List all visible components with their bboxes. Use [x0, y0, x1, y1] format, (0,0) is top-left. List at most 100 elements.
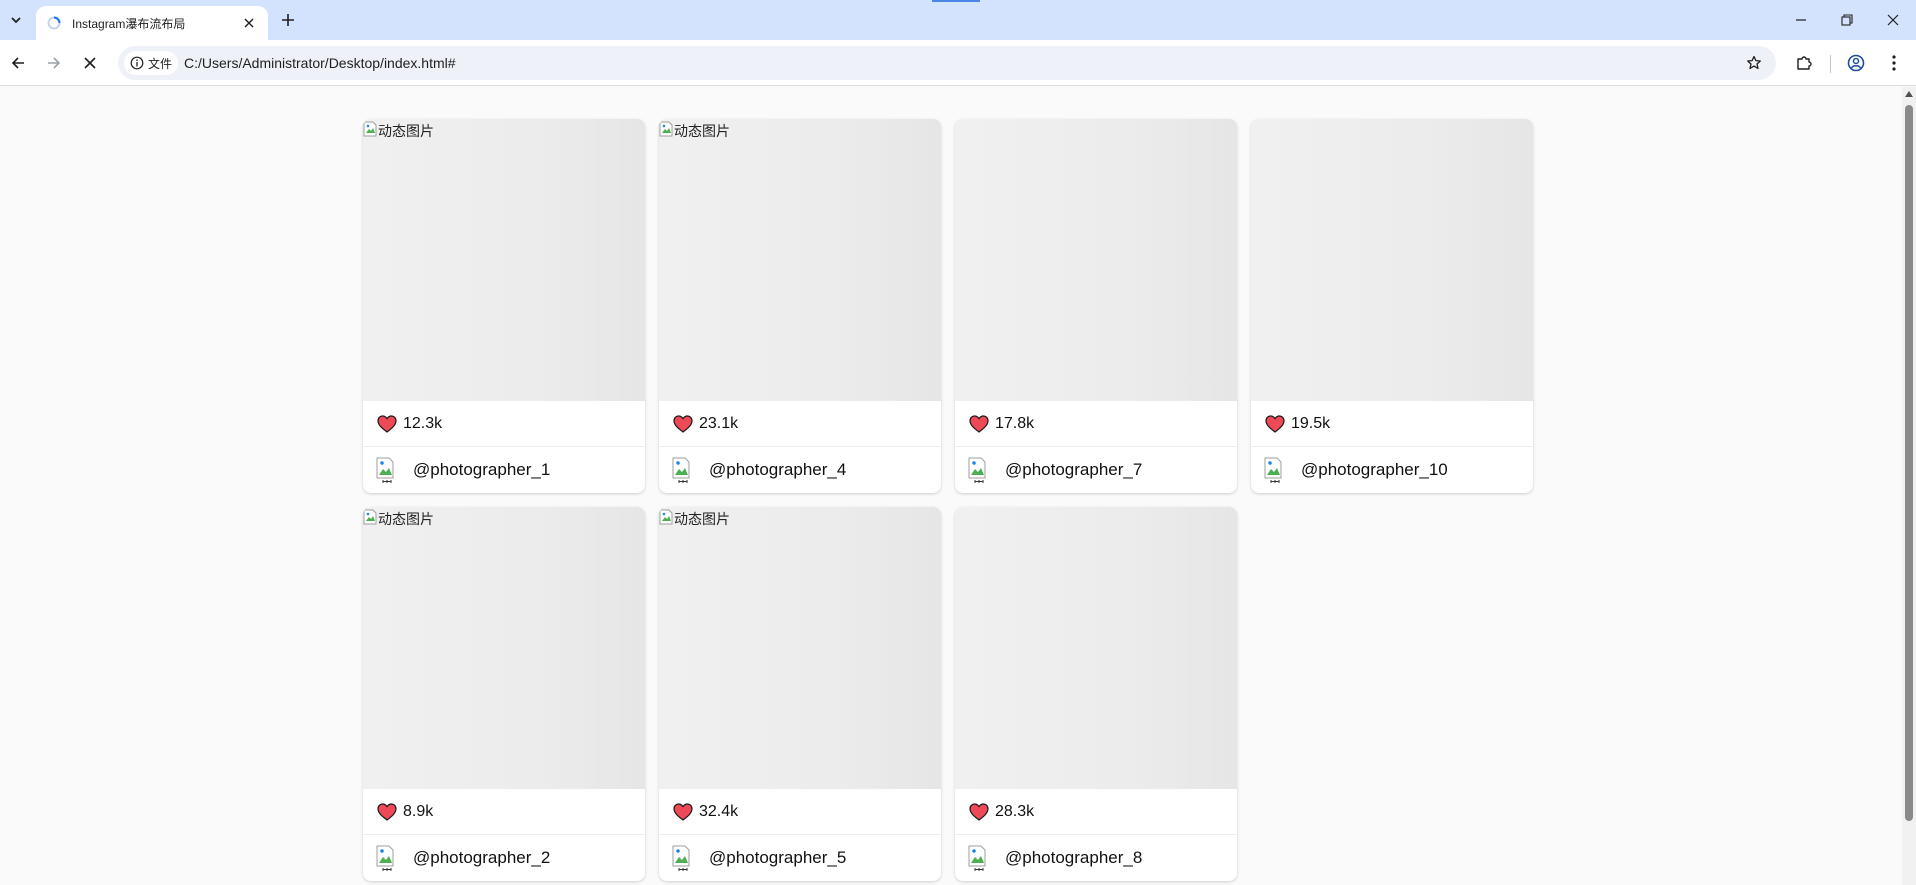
avatar-broken-image-icon — [376, 845, 394, 871]
post-card[interactable]: 动态图片 23.1k @photographer_4 — [659, 119, 941, 493]
post-author[interactable]: @photographer_2 — [363, 835, 645, 881]
post-card[interactable]: 19.5k @photographer_10 — [1251, 119, 1533, 493]
url-text[interactable]: C:/Users/Administrator/Desktop/index.htm… — [184, 46, 456, 80]
tab-close-button[interactable] — [240, 14, 258, 32]
minimize-button[interactable] — [1778, 6, 1824, 34]
broken-image-icon — [659, 121, 673, 137]
heart-icon[interactable] — [673, 802, 693, 821]
loading-favicon-icon — [46, 15, 62, 31]
post-likes: 12.3k — [363, 401, 645, 447]
star-icon — [1747, 55, 1761, 70]
avatar-broken-image-icon — [376, 457, 394, 483]
heart-icon[interactable] — [673, 414, 693, 433]
avatar-broken-image-icon — [968, 845, 986, 871]
broken-image-icon — [363, 509, 377, 525]
page-viewport: 动态图片 12.3k @photographer_1 动态图片 23.1k @photog… — [0, 87, 1902, 885]
broken-image-placeholder: 动态图片 — [659, 509, 730, 529]
post-card[interactable]: 动态图片 8.9k @photographer_2 — [363, 507, 645, 881]
extensions-button[interactable] — [1790, 49, 1818, 77]
active-tab[interactable]: Instagram瀑布流布局 — [36, 6, 268, 40]
likes-count: 19.5k — [1291, 414, 1331, 432]
post-card[interactable]: 动态图片 32.4k @photographer_5 — [659, 507, 941, 881]
post-author[interactable]: @photographer_4 — [659, 447, 941, 493]
post-card[interactable]: 17.8k @photographer_7 — [955, 119, 1237, 493]
new-tab-button[interactable] — [276, 8, 300, 32]
broken-image-placeholder: 动态图片 — [659, 121, 730, 141]
post-image[interactable] — [955, 507, 1237, 789]
browser-menu-button[interactable] — [1880, 49, 1908, 77]
site-info-button[interactable]: 文件 — [124, 51, 179, 75]
restore-button[interactable] — [1824, 6, 1870, 34]
likes-count: 32.4k — [699, 802, 739, 820]
profile-button[interactable] — [1842, 49, 1870, 77]
username-link[interactable]: @photographer_8 — [1005, 848, 1142, 868]
post-image[interactable]: 动态图片 — [363, 507, 645, 789]
image-alt-text: 动态图片 — [674, 123, 730, 139]
post-likes: 32.4k — [659, 789, 941, 835]
arrow-left-icon — [11, 57, 24, 69]
heart-icon[interactable] — [969, 802, 989, 821]
post-likes: 17.8k — [955, 401, 1237, 447]
image-alt-text: 动态图片 — [378, 511, 434, 527]
toolbar-divider — [1830, 55, 1831, 73]
post-likes: 8.9k — [363, 789, 645, 835]
heart-icon[interactable] — [969, 414, 989, 433]
post-image[interactable]: 动态图片 — [659, 507, 941, 789]
post-author[interactable]: @photographer_10 — [1251, 447, 1533, 493]
forward-button[interactable] — [40, 49, 68, 77]
username-link[interactable]: @photographer_5 — [709, 848, 846, 868]
arrow-right-icon — [48, 57, 61, 69]
site-info-label: 文件 — [148, 56, 173, 71]
post-author[interactable]: @photographer_5 — [659, 835, 941, 881]
username-link[interactable]: @photographer_2 — [413, 848, 550, 868]
post-image[interactable]: 动态图片 — [363, 119, 645, 401]
image-alt-text: 动态图片 — [378, 123, 434, 139]
username-link[interactable]: @photographer_1 — [413, 460, 550, 480]
post-author[interactable]: @photographer_1 — [363, 447, 645, 493]
tab-title: Instagram瀑布流布局 — [72, 16, 186, 31]
broken-image-placeholder: 动态图片 — [363, 509, 434, 529]
plus-icon — [282, 14, 294, 26]
minimize-icon — [1796, 19, 1806, 21]
broken-image-icon — [659, 509, 673, 525]
broken-image-icon — [363, 121, 377, 137]
vertical-scrollbar[interactable] — [1902, 87, 1916, 885]
likes-count: 12.3k — [403, 414, 443, 432]
post-author[interactable]: @photographer_7 — [955, 447, 1237, 493]
username-link[interactable]: @photographer_4 — [709, 460, 846, 480]
post-likes: 19.5k — [1251, 401, 1533, 447]
avatar-broken-image-icon — [968, 457, 986, 483]
post-card[interactable]: 动态图片 12.3k @photographer_1 — [363, 119, 645, 493]
username-link[interactable]: @photographer_10 — [1301, 460, 1448, 480]
post-card[interactable]: 28.3k @photographer_8 — [955, 507, 1237, 881]
close-icon — [1887, 14, 1899, 26]
heart-icon[interactable] — [377, 414, 397, 433]
bookmark-button[interactable] — [1742, 51, 1766, 75]
close-icon — [84, 57, 96, 69]
likes-count: 23.1k — [699, 414, 739, 432]
heart-icon[interactable] — [1265, 414, 1285, 433]
post-image[interactable] — [1251, 119, 1533, 401]
avatar-broken-image-icon — [672, 457, 690, 483]
close-icon — [244, 18, 254, 28]
puzzle-icon — [1797, 56, 1812, 70]
tab-strip: Instagram瀑布流布局 — [0, 0, 1916, 40]
image-alt-text: 动态图片 — [674, 511, 730, 527]
post-image[interactable] — [955, 119, 1237, 401]
heart-icon[interactable] — [377, 802, 397, 821]
restore-icon — [1841, 14, 1853, 26]
post-image[interactable]: 动态图片 — [659, 119, 941, 401]
address-bar[interactable]: 文件 C:/Users/Administrator/Desktop/index.… — [118, 46, 1776, 80]
account-icon — [1847, 54, 1865, 72]
close-window-button[interactable] — [1870, 6, 1916, 34]
scroll-up-arrow-icon[interactable] — [1904, 89, 1914, 99]
avatar-broken-image-icon — [1264, 457, 1282, 483]
username-link[interactable]: @photographer_7 — [1005, 460, 1142, 480]
post-likes: 23.1k — [659, 401, 941, 447]
stop-loading-button[interactable] — [76, 49, 104, 77]
scrollbar-thumb[interactable] — [1905, 105, 1913, 821]
tab-search-button[interactable] — [4, 8, 28, 32]
info-icon — [130, 56, 144, 70]
back-button[interactable] — [4, 49, 32, 77]
post-author[interactable]: @photographer_8 — [955, 835, 1237, 881]
